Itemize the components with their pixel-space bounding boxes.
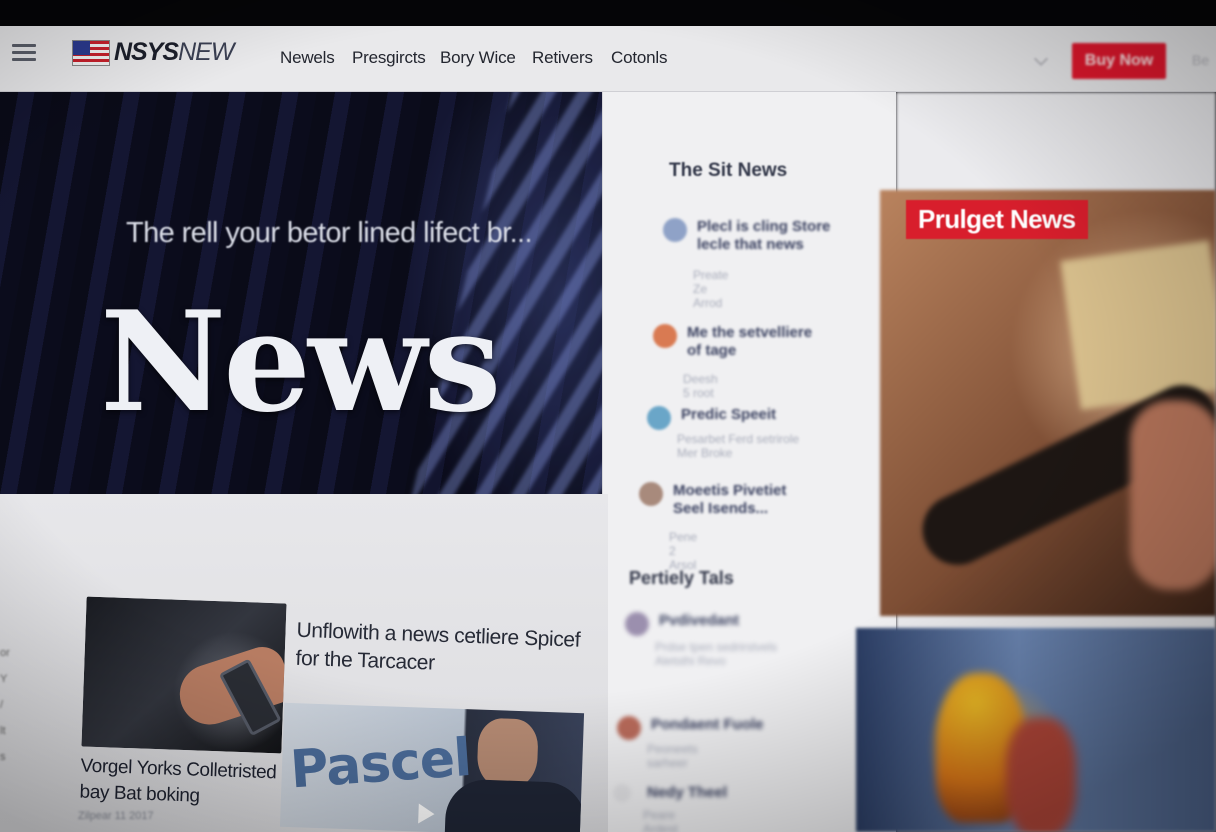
story-title: Pondaent Fuole [651,716,764,733]
story-meta: Pesarbet Ferd setrirole Mer Broke [677,432,800,460]
story-meta: Pene 2 Arsol [669,530,698,572]
story-title: Pvdivedant [659,612,740,629]
screen: NSYSNEW Newels Presgircts Bory Wice Reti… [0,0,1216,832]
story-meta: Peoneets sarheer [647,742,698,770]
chevron-down-icon[interactable] [1033,51,1049,67]
secondary-story-image[interactable] [856,628,1216,832]
avatar [617,716,641,740]
nav-link-3[interactable]: Bory Wice [440,48,516,68]
avatar [639,482,663,506]
nav-link-4[interactable]: Retivers [532,48,593,68]
story-meta: Prdse tpen sedrirstvels Aletsthi Revo [655,640,778,668]
featured-story-image[interactable] [880,190,1216,616]
edge-fragment: or [0,647,10,659]
person-suit [444,778,585,832]
story-title: Plecl is cling Store lecle that news [697,218,831,253]
hero-banner[interactable]: The rell your betor lined lifect br... N… [0,92,646,494]
edge-fragment: Y [0,673,8,685]
article-meta: Zilpear 11 2017 [78,810,154,822]
hamburger-icon[interactable] [12,44,36,62]
nav-more-link[interactable]: Be [1192,52,1209,68]
avatar [613,784,631,802]
nav-link-1[interactable]: Newels [280,48,335,68]
featured-story-label[interactable]: Prulget News [906,200,1088,239]
us-flag-icon [72,40,110,66]
story-title: Moeetis Pivetiet Seel Isends... [673,482,787,517]
hero-subtitle: The rell your betor lined lifect br... [126,217,533,249]
cropped-left-column: or Y / lt s [0,640,14,780]
avatar [653,324,677,348]
sidebar-heading-2: Pertiely Tals [629,568,734,588]
camera-shape [1060,240,1216,410]
hand-shape [1130,400,1216,590]
monitor-bezel [0,0,1216,26]
story-meta: Preate Ze Arrod [693,268,729,310]
story-meta: Peare Ardest [643,808,678,832]
person-head [476,717,539,790]
story-title: Me the setvelliere of tage [687,324,813,359]
hero-title: News [100,280,501,443]
site-logo[interactable]: NSYSNEW [114,38,234,67]
bird-wing-shape [1006,718,1076,832]
nav-link-2[interactable]: Presgircts [352,48,426,68]
story-meta: Deesh 5 root [683,372,718,400]
avatar [625,612,649,636]
story-title: Nedy Theel [647,784,728,801]
buy-now-button[interactable]: Buy Now [1072,43,1166,79]
avatar [647,406,671,430]
logo-thin-text: NEW [178,38,234,66]
top-navigation-bar: NSYSNEW Newels Presgircts Bory Wice Reti… [0,26,1216,92]
news-sidebar: The Sit News Plecl is cling Store lecle … [602,92,896,832]
article-thumbnail-phone[interactable] [81,596,287,754]
sign-text: Pascel [288,727,473,801]
nav-link-5[interactable]: Cotonls [611,48,667,68]
video-thumbnail[interactable]: Pascel [279,702,585,832]
edge-fragment: / [0,699,4,711]
lead-article-title[interactable]: Unflowith a news cetliere Spicef for the… [295,617,597,683]
logo-bold-text: NSYS [114,38,179,66]
edge-fragment: s [0,751,6,763]
avatar [663,218,687,242]
sidebar-heading: The Sit News [669,160,788,181]
story-title: Predic Speeit [681,406,777,423]
play-icon[interactable] [418,803,435,825]
article-caption[interactable]: Vorgel Yorks Colletristed bay Bat boking [79,754,281,813]
edge-fragment: lt [0,725,6,737]
